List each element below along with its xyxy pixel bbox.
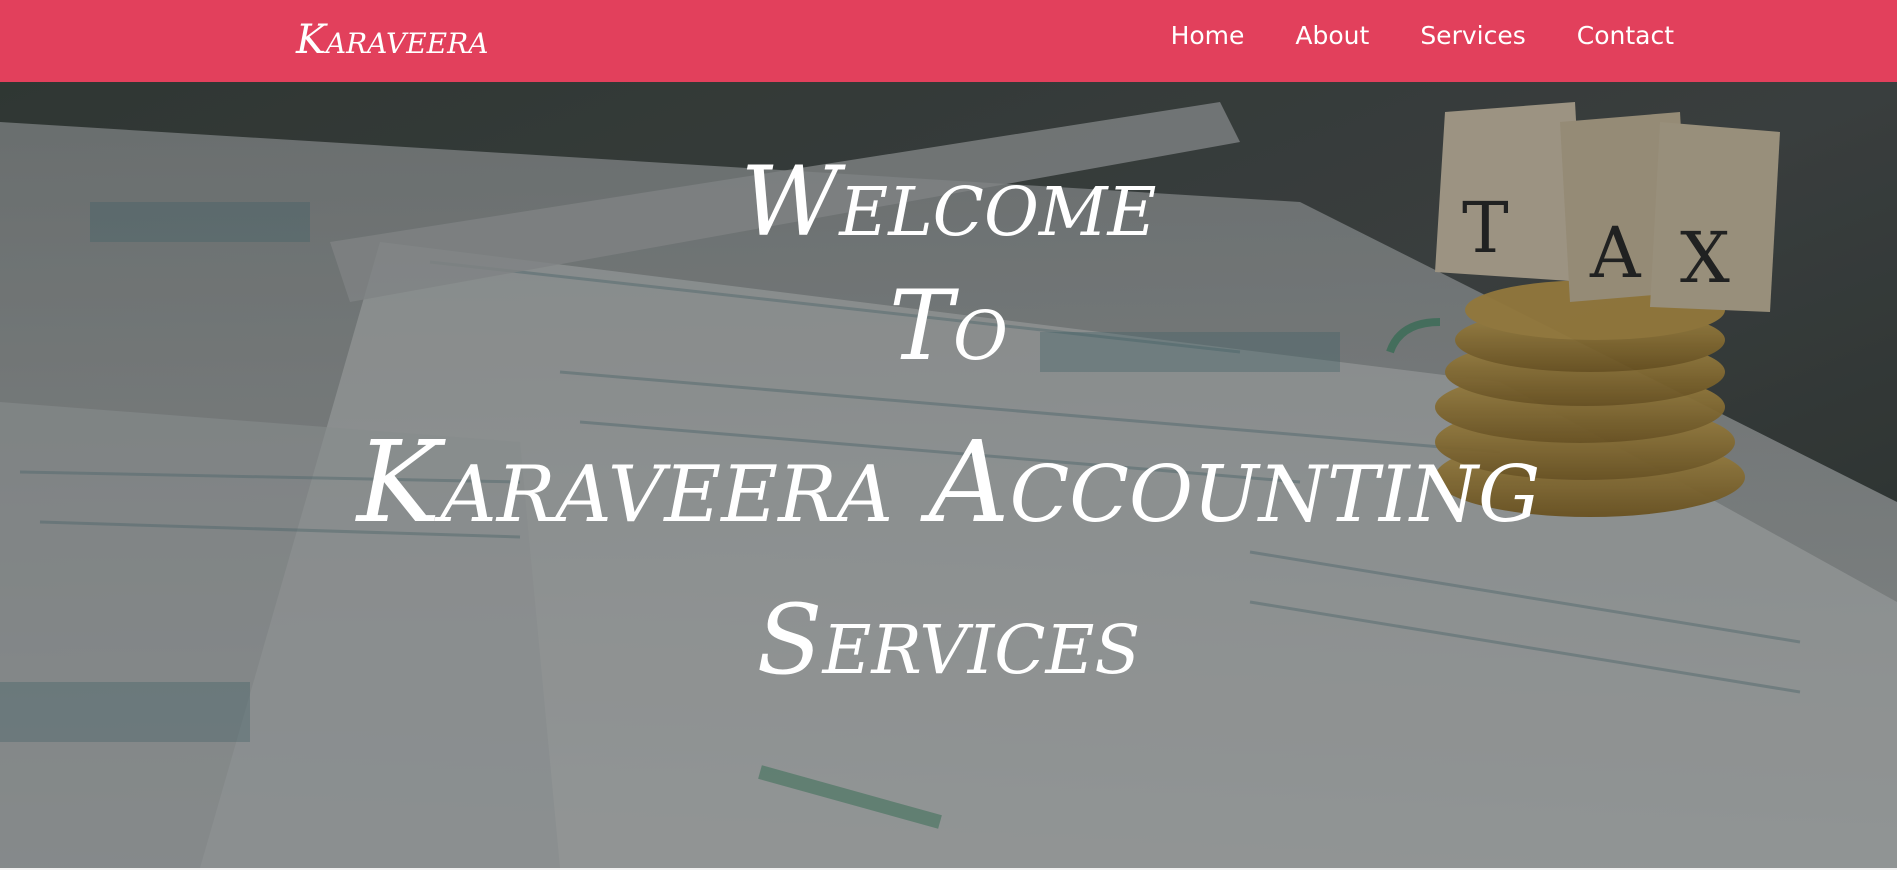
hero-section: T A X Welcome To Karaveera Accounting Se… [0, 82, 1897, 868]
hero-title-line-1: Welcome [740, 146, 1157, 258]
hero-title-line-2: To [889, 270, 1008, 382]
nav-link-services[interactable]: Services [1420, 18, 1525, 54]
nav-link-contact[interactable]: Contact [1577, 18, 1674, 54]
hero-title-line-4: Services [756, 584, 1141, 696]
brand-logo-link[interactable]: Karaveera [296, 14, 488, 66]
hero-title: Welcome To Karaveera Accounting Services [0, 140, 1897, 702]
nav-link-about[interactable]: About [1295, 18, 1369, 54]
hero-title-line-3: Karaveera Accounting [356, 418, 1541, 548]
nav-links: Home About Services Contact [1171, 18, 1674, 54]
nav-link-home[interactable]: Home [1171, 18, 1245, 54]
top-navbar: Karaveera Home About Services Contact [0, 0, 1897, 82]
